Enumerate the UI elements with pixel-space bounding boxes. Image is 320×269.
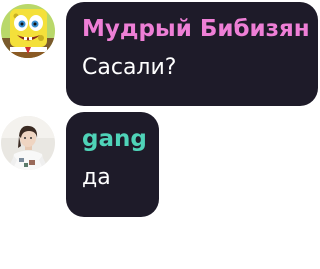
chat-message: gang да — [0, 110, 320, 220]
chat-message: Мудрый Бибизян Сасали? — [0, 0, 320, 108]
message-bubble: Мудрый Бибизян Сасали? — [66, 2, 318, 106]
message-bubble: gang да — [66, 112, 159, 217]
message-text: да — [82, 165, 111, 190]
user-photo-icon — [1, 116, 55, 170]
sender-name[interactable]: Мудрый Бибизян — [82, 15, 310, 43]
sender-name[interactable]: gang — [82, 125, 147, 153]
sender-avatar[interactable] — [1, 4, 55, 58]
message-text: Сасали? — [82, 55, 177, 80]
sponge-character-icon — [1, 4, 55, 58]
sender-avatar[interactable] — [1, 116, 55, 170]
